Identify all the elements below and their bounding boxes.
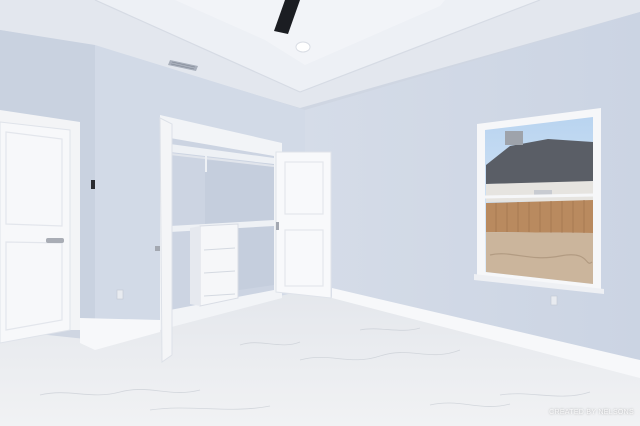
outlet-left <box>116 289 124 300</box>
wooden-fence <box>486 200 593 233</box>
left-door[interactable] <box>0 121 71 344</box>
bedroom-photo: CREATED BY NELSONS <box>0 0 640 426</box>
closet-drawer-side <box>190 226 200 306</box>
left-door-handle[interactable] <box>46 238 64 243</box>
recessed-light <box>295 41 311 53</box>
chimney <box>505 131 523 145</box>
photo-canvas <box>0 0 640 426</box>
light-switch[interactable] <box>91 180 95 189</box>
closet-door-left[interactable] <box>159 117 173 363</box>
photo-watermark: CREATED BY NELSONS <box>549 409 634 416</box>
outlet-right <box>550 295 558 306</box>
